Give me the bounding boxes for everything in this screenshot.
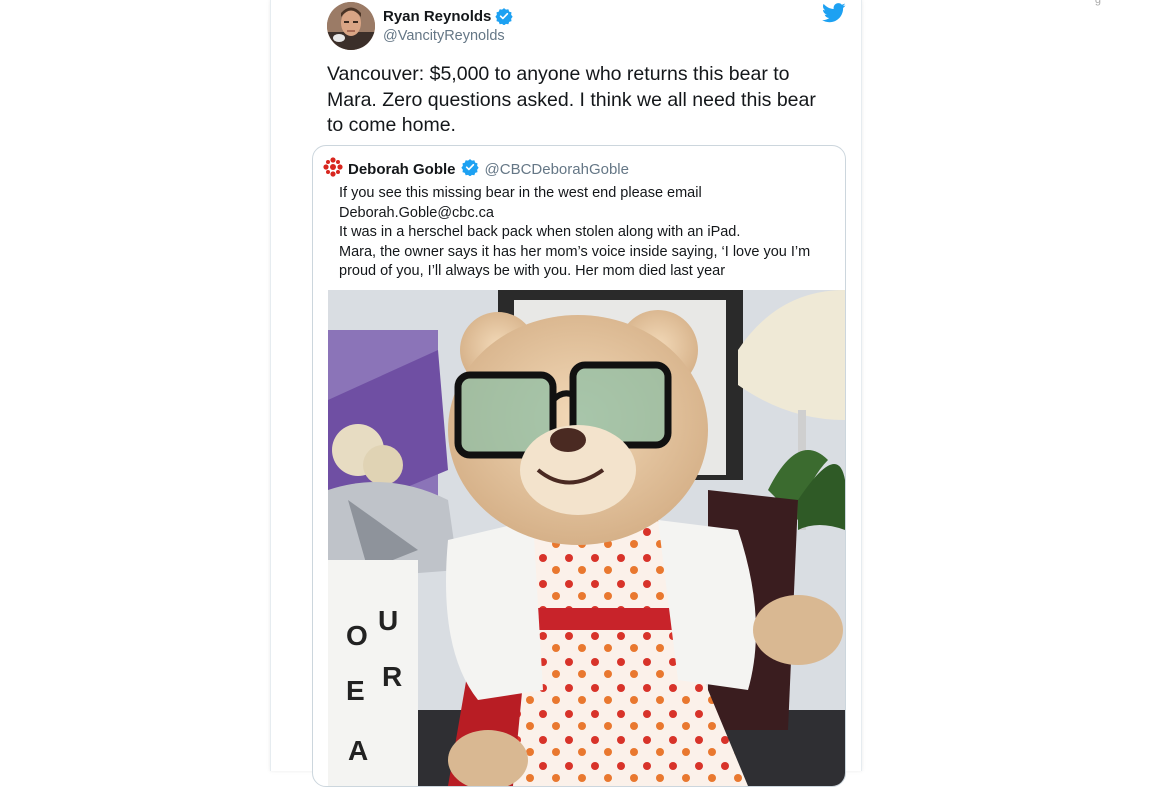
- teddy-bear-photo[interactable]: O U E R A: [328, 290, 845, 786]
- verified-badge-icon: [495, 7, 513, 25]
- quoted-text-line: Mara, the owner says it has her mom’s vo…: [339, 243, 811, 260]
- quoted-tweet-header[interactable]: Deborah Goble @CBCDeborahGoble: [323, 157, 629, 182]
- tweet-author[interactable]: Ryan Reynolds @VancityReynolds: [383, 7, 513, 44]
- quoted-text-line: If you see this missing bear in the west…: [339, 185, 702, 201]
- quoted-text-line: proud of you, I’ll always be with you. H…: [339, 263, 726, 279]
- quoted-email-link[interactable]: Deborah.Goble@cbc.ca: [339, 204, 839, 224]
- author-handle[interactable]: @VancityReynolds: [383, 28, 513, 44]
- page-background: [0, 0, 270, 771]
- twitter-bird-icon[interactable]: [822, 3, 846, 28]
- quoted-author-handle[interactable]: @CBCDeborahGoble: [485, 161, 629, 178]
- cbc-logo-icon: [323, 157, 343, 182]
- author-avatar[interactable]: [327, 2, 375, 50]
- quoted-text-line: It was in a herschel back pack when stol…: [339, 224, 741, 240]
- tweet-card[interactable]: Ryan Reynolds @VancityReynolds Vancouver…: [270, 0, 862, 787]
- lightbox-letter: E: [346, 675, 365, 706]
- lightbox-letter: A: [348, 735, 368, 766]
- verified-badge-icon: [460, 158, 479, 181]
- avatar-photo-icon: [327, 2, 375, 50]
- lightbox-letter: O: [346, 620, 368, 651]
- quoted-author-name[interactable]: Deborah Goble: [348, 161, 456, 178]
- quoted-tweet[interactable]: Deborah Goble @CBCDeborahGoble If you se…: [312, 145, 846, 787]
- author-name[interactable]: Ryan Reynolds: [383, 8, 491, 25]
- lightbox-letter: U: [378, 605, 398, 636]
- tweet-text: Vancouver: $5,000 to anyone who returns …: [327, 63, 816, 136]
- cropped-text: g: [1094, 0, 1101, 6]
- quoted-tweet-text: If you see this missing bear in the west…: [339, 184, 839, 282]
- lightbox-letter: R: [382, 661, 402, 692]
